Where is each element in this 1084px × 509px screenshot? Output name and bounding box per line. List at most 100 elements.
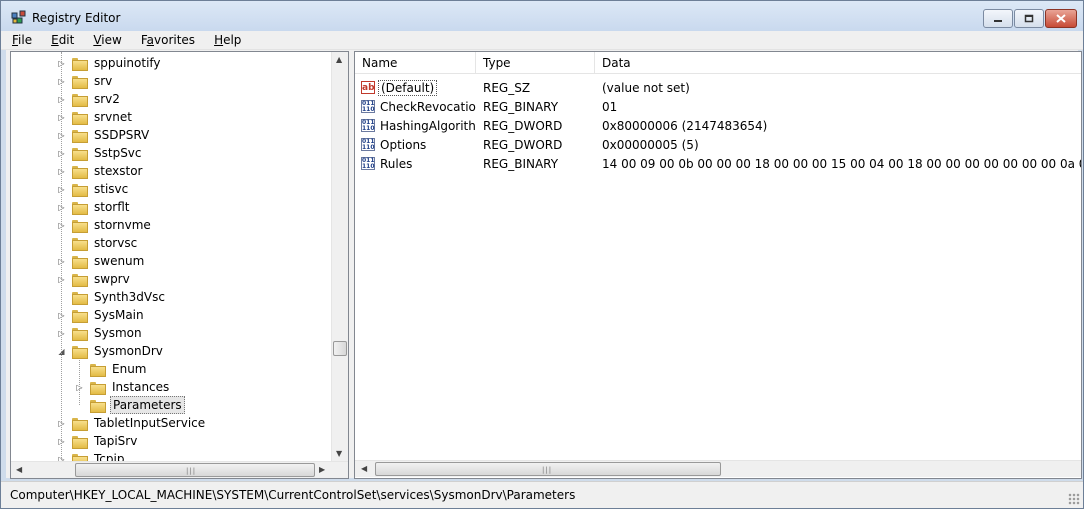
tree-item[interactable]: ▷ srv	[57, 72, 114, 90]
tree-item-label: storflt	[94, 200, 130, 214]
close-button[interactable]	[1045, 9, 1077, 28]
value-name: Options	[380, 137, 427, 152]
tree-horizontal-scrollbar[interactable]: ◀ ||| ▶	[11, 461, 348, 478]
restore-icon	[1024, 14, 1034, 23]
menu-view-label: iew	[101, 33, 122, 47]
value-name-cell: 011 110 CheckRevocation	[355, 100, 476, 114]
folder-icon	[90, 363, 106, 377]
tree-item[interactable]: ▷ srv2	[57, 90, 122, 108]
resize-grip-icon[interactable]	[1068, 493, 1080, 505]
tree-item[interactable]: Synth3dVsc	[57, 288, 167, 306]
value-name-cell: ab (Default)	[355, 79, 476, 96]
minimize-icon	[994, 19, 1002, 22]
menu-favorites-label: vorites	[154, 33, 196, 47]
tree-item-label: stisvc	[94, 182, 129, 196]
tree-item[interactable]: ▷ swprv	[57, 270, 132, 288]
tree-item[interactable]: ▷ srvnet	[57, 108, 134, 126]
value-name-cell: 011 110 Rules	[355, 157, 476, 171]
tree-item-label: Sysmon	[94, 326, 142, 340]
scroll-up-arrow-icon[interactable]: ▲	[336, 55, 342, 64]
menu-help-mnemonic: H	[214, 33, 224, 47]
value-data: (value not set)	[602, 80, 690, 95]
scroll-left-arrow-icon[interactable]: ◀	[16, 465, 22, 474]
binary-value-icon: 011 110	[361, 138, 375, 151]
menu-favorites-underline: a	[146, 33, 154, 47]
list-header: Name Type Data	[355, 52, 1081, 74]
current-key-path: Computer\HKEY_LOCAL_MACHINE\SYSTEM\Curre…	[10, 488, 576, 502]
tree-item[interactable]: ▷ SysMain	[57, 306, 146, 324]
value-name: HashingAlgorith...	[380, 118, 476, 133]
close-icon	[1056, 14, 1066, 23]
string-value-icon: ab	[361, 81, 375, 94]
value-data: 0x00000005 (5)	[602, 137, 699, 152]
tree-item[interactable]: ▷ sppuinotify	[57, 54, 163, 72]
tree-item-label: TabletInputService	[94, 416, 206, 430]
tree-item-label: sppuinotify	[94, 56, 161, 70]
scroll-right-arrow-icon[interactable]: ▶	[319, 465, 325, 474]
tree-vertical-scrollbar[interactable]: ▲ ▼	[331, 52, 348, 461]
value-row[interactable]: 011 110 CheckRevocation REG_BINARY 01	[355, 97, 1081, 116]
restore-button[interactable]	[1014, 9, 1044, 28]
menu-file-label: ile	[18, 33, 33, 47]
tree-item-label: Instances	[112, 380, 170, 394]
column-header-data[interactable]: Data	[595, 52, 1081, 74]
folder-icon	[72, 129, 88, 143]
tree-item-label: stornvme	[94, 218, 151, 232]
value-type: REG_BINARY	[483, 99, 559, 114]
menu-edit[interactable]: Edit	[48, 33, 77, 47]
tree-item-label: SstpSvc	[94, 146, 142, 160]
title-bar[interactable]: Registry Editor	[1, 1, 1083, 31]
menu-favorites[interactable]: Favorites	[138, 33, 198, 47]
column-header-type[interactable]: Type	[476, 52, 595, 74]
folder-icon	[72, 417, 88, 431]
value-row[interactable]: ab (Default) REG_SZ (value not set)	[355, 78, 1081, 97]
tree-item[interactable]: storvsc	[57, 234, 139, 252]
value-row[interactable]: 011 110 Options REG_DWORD 0x00000005 (5)	[355, 135, 1081, 154]
tree-item[interactable]: Parameters	[75, 396, 185, 414]
scroll-left-arrow-icon[interactable]: ◀	[361, 464, 367, 473]
value-row[interactable]: 011 110 Rules REG_BINARY 14 00 09 00 0b 00 0…	[355, 154, 1081, 173]
value-row[interactable]: 011110 HashingAlgorith... REG_DWORD 0x80000…	[355, 116, 1081, 135]
tree-item[interactable]: ▷ Sysmon	[57, 324, 144, 342]
value-type: REG_BINARY	[483, 156, 559, 171]
key-tree-pane[interactable]: ▷ sppuinotify ▷ srv ▷ srv2 ▷ srvnet ▷ SSDPSRV ▷ Sst…	[10, 51, 349, 479]
tree-item[interactable]: ▷ TapiSrv	[57, 432, 139, 450]
tree-item-label: srv2	[94, 92, 120, 106]
folder-icon	[72, 291, 88, 305]
tree-item[interactable]: ◢ SysmonDrv	[57, 342, 165, 360]
menu-view[interactable]: View	[90, 33, 124, 47]
tree-horizontal-scroll-thumb[interactable]: |||	[75, 463, 315, 477]
tree-item[interactable]: ▷ Instances	[75, 378, 171, 396]
scroll-grip-icon: |||	[542, 466, 553, 474]
folder-icon	[72, 93, 88, 107]
tree-item[interactable]: ▷ storflt	[57, 198, 132, 216]
tree-item-label: stexstor	[94, 164, 143, 178]
tree-item[interactable]: ▷ SstpSvc	[57, 144, 144, 162]
list-horizontal-scrollbar[interactable]: ◀ |||	[355, 460, 1081, 477]
tree-vertical-scroll-thumb[interactable]	[333, 341, 347, 356]
folder-icon	[72, 255, 88, 269]
minimize-button[interactable]	[983, 9, 1013, 28]
tree-item[interactable]: ▷ swenum	[57, 252, 146, 270]
tree-item[interactable]: ▷ SSDPSRV	[57, 126, 151, 144]
tree-item-label: SysMain	[94, 308, 144, 322]
menu-file[interactable]: File	[9, 33, 35, 47]
folder-icon	[72, 75, 88, 89]
folder-icon	[72, 237, 88, 251]
tree-item[interactable]: ▷ stexstor	[57, 162, 144, 180]
tree-item-label: Enum	[112, 362, 147, 376]
tree-item-label: SSDPSRV	[94, 128, 150, 142]
tree-item[interactable]: ▷ stisvc	[57, 180, 130, 198]
tree-item[interactable]: Enum	[75, 360, 148, 378]
tree-item-label: SysmonDrv	[94, 344, 163, 358]
menu-edit-label: dit	[58, 33, 75, 47]
tree-item-label: swenum	[94, 254, 145, 268]
menu-help[interactable]: Help	[211, 33, 244, 47]
value-data: 0x80000006 (2147483654)	[602, 118, 768, 133]
tree-item[interactable]: ▷ stornvme	[57, 216, 153, 234]
values-list-pane[interactable]: Name Type Data ab (Default) REG_SZ (value n…	[354, 51, 1082, 479]
list-horizontal-scroll-thumb[interactable]: |||	[375, 462, 721, 476]
tree-item[interactable]: ▷ TabletInputService	[57, 414, 207, 432]
column-header-name[interactable]: Name	[355, 52, 476, 74]
scroll-down-arrow-icon[interactable]: ▼	[336, 449, 342, 458]
